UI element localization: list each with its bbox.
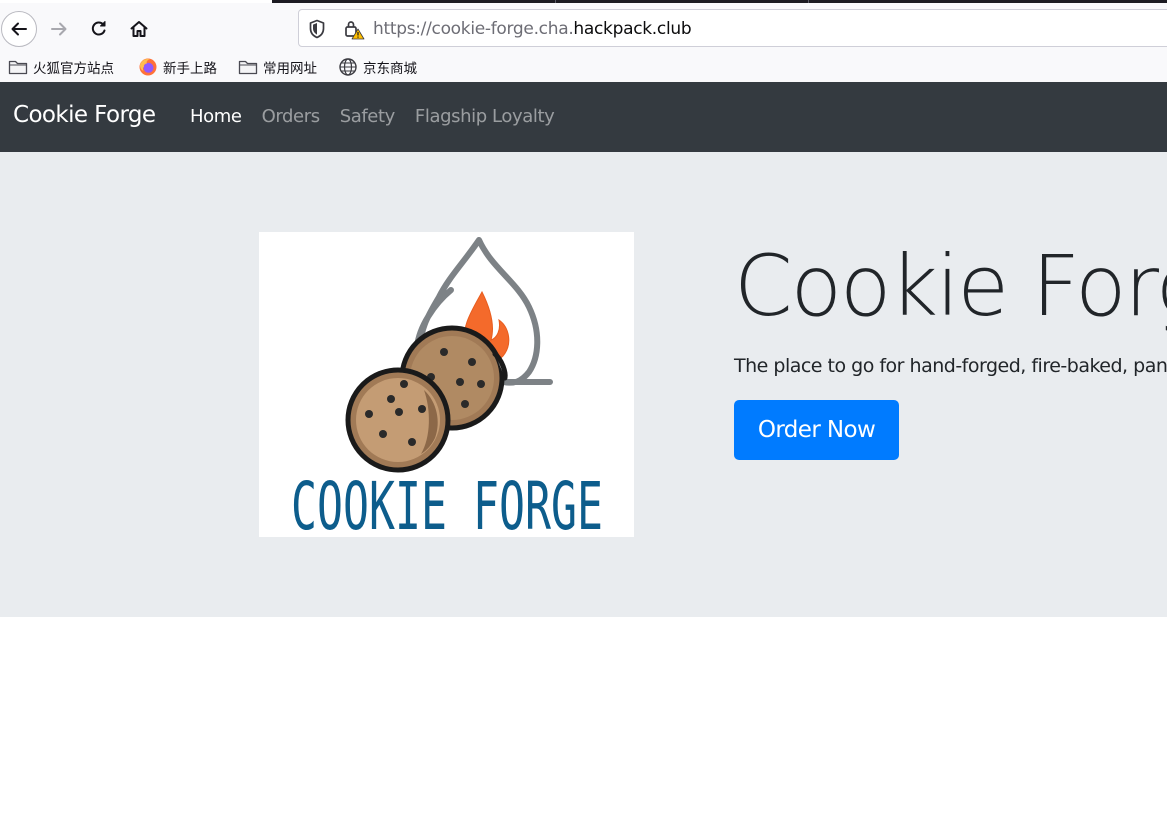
lock-warning-icon[interactable] bbox=[343, 18, 365, 40]
bookmark-label: 京东商城 bbox=[363, 61, 417, 77]
bookmark-label: 新手上路 bbox=[163, 61, 217, 77]
hero-jumbotron: COOKIE FORGE Cookie Forge The place to g… bbox=[0, 152, 1167, 617]
home-button[interactable] bbox=[121, 11, 157, 47]
arrow-right-icon bbox=[51, 22, 67, 36]
reload-button[interactable] bbox=[81, 11, 117, 47]
front-cookie-icon bbox=[345, 367, 451, 473]
navbar-brand[interactable]: Cookie Forge bbox=[13, 102, 156, 128]
nav-link-safety[interactable]: Safety bbox=[340, 106, 396, 127]
back-button[interactable] bbox=[1, 11, 37, 47]
nav-link-flagship-loyalty[interactable]: Flagship Loyalty bbox=[415, 106, 555, 127]
site-navbar: Cookie Forge Home Orders Safety Flagship… bbox=[0, 82, 1167, 152]
order-now-button[interactable]: Order Now bbox=[734, 400, 899, 460]
home-icon bbox=[130, 21, 148, 37]
shield-icon[interactable] bbox=[308, 19, 326, 39]
url-domain: hackpack.club bbox=[573, 19, 692, 39]
url-text[interactable]: https://cookie-forge.cha.hackpack.club bbox=[373, 19, 692, 39]
cookie-forge-logo: COOKIE FORGE bbox=[259, 232, 634, 537]
bookmark-item[interactable]: 新手上路 bbox=[138, 56, 217, 78]
folder-icon bbox=[8, 60, 28, 75]
navbar-links: Home Orders Safety Flagship Loyalty bbox=[190, 106, 574, 127]
globe-icon bbox=[339, 58, 357, 76]
bookmark-item[interactable]: 火狐官方站点 bbox=[8, 56, 114, 78]
hero-title: Cookie Forge bbox=[734, 237, 1167, 335]
bookmark-item[interactable]: 京东商城 bbox=[338, 56, 417, 78]
forward-button[interactable] bbox=[41, 11, 77, 47]
nav-link-home[interactable]: Home bbox=[190, 106, 242, 127]
arrow-left-icon bbox=[11, 22, 27, 36]
bookmark-item[interactable]: 常用网址 bbox=[238, 56, 317, 78]
browser-toolbar: https://cookie-forge.cha.hackpack.club bbox=[0, 3, 1167, 53]
url-bar[interactable]: https://cookie-forge.cha.hackpack.club bbox=[298, 9, 1167, 47]
logo-wordmark: COOKIE FORGE bbox=[291, 468, 603, 537]
bookmark-label: 常用网址 bbox=[263, 61, 317, 77]
hero-lead: The place to go for hand-forged, fire-ba… bbox=[734, 355, 1167, 377]
firefox-icon bbox=[139, 58, 157, 76]
bookmark-label: 火狐官方站点 bbox=[33, 61, 114, 77]
bookmarks-toolbar: 火狐官方站点 新手上路 常用网址 京东商城 bbox=[0, 53, 1167, 82]
folder-icon bbox=[238, 60, 258, 75]
reload-icon bbox=[91, 21, 106, 36]
url-prefix: https://cookie-forge.cha. bbox=[373, 19, 574, 39]
nav-link-orders[interactable]: Orders bbox=[262, 106, 321, 127]
